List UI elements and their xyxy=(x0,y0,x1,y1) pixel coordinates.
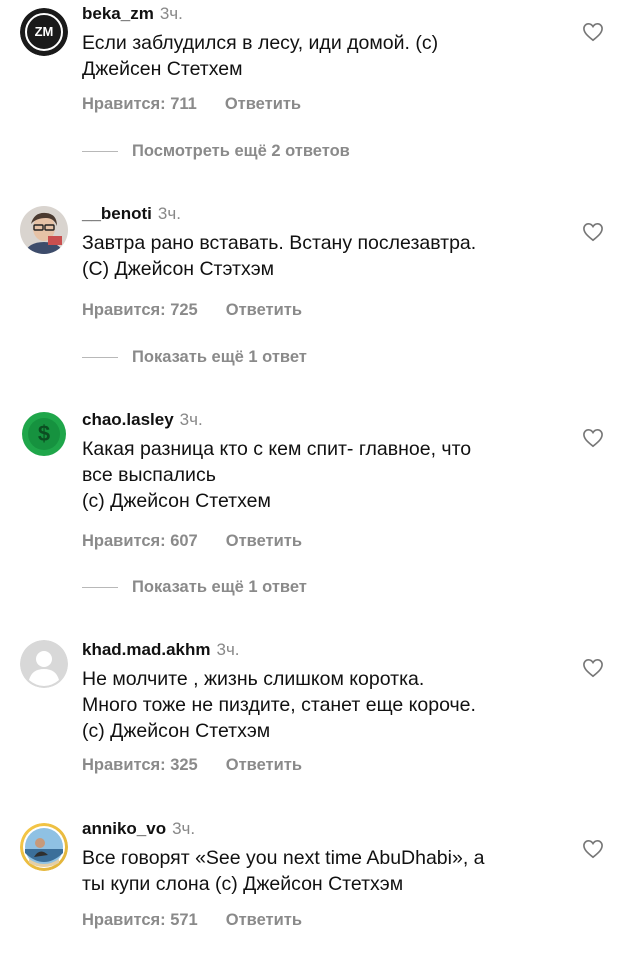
view-more-replies-button[interactable]: Показать ещё 1 ответ xyxy=(82,348,307,367)
username[interactable]: __benoti xyxy=(82,204,152,223)
reply-button[interactable]: Ответить xyxy=(226,756,302,775)
avatar[interactable]: ZM xyxy=(20,8,68,56)
comment-text: Завтра рано вставать. Встану послезавтра… xyxy=(82,232,477,280)
comment-time: 3ч. xyxy=(157,204,181,223)
heart-icon[interactable] xyxy=(582,839,604,859)
likes-count[interactable]: Нравится: 571 xyxy=(82,911,198,930)
svg-text:$: $ xyxy=(38,421,50,446)
divider xyxy=(82,587,118,588)
username[interactable]: khad.mad.akhm xyxy=(82,640,211,659)
avatar[interactable] xyxy=(20,823,68,871)
divider xyxy=(82,151,118,152)
reply-button[interactable]: Ответить xyxy=(226,532,302,551)
default-user-icon xyxy=(20,640,68,688)
likes-count[interactable]: Нравится: 711 xyxy=(82,95,197,114)
reply-button[interactable]: Ответить xyxy=(226,301,302,320)
username[interactable]: chao.lasley xyxy=(82,410,174,429)
comment-time: 3ч. xyxy=(216,640,240,659)
comment-text: Не молчите , жизнь слишком коротка. Мног… xyxy=(82,668,476,742)
comment-text: Все говорят «See you next time AbuDhabi»… xyxy=(82,847,485,895)
comment-time: 3ч. xyxy=(159,4,183,23)
view-more-replies-button[interactable]: Посмотреть ещё 2 ответов xyxy=(82,142,350,161)
heart-icon[interactable] xyxy=(582,428,604,448)
comment-time: 3ч. xyxy=(179,410,203,429)
likes-count[interactable]: Нравится: 607 xyxy=(82,532,198,551)
avatar[interactable] xyxy=(20,206,68,254)
avatar[interactable]: $ xyxy=(20,410,68,458)
dollar-sign-icon: $ xyxy=(20,410,68,458)
username[interactable]: beka_zm xyxy=(82,4,154,23)
heart-icon[interactable] xyxy=(582,22,604,42)
heart-icon[interactable] xyxy=(582,222,604,242)
comment-time: 3ч. xyxy=(172,819,196,838)
username[interactable]: anniko_vo xyxy=(82,819,166,838)
likes-count[interactable]: Нравится: 325 xyxy=(82,756,198,775)
person-photo-icon xyxy=(20,206,68,254)
likes-count[interactable]: Нравится: 725 xyxy=(82,301,198,320)
view-more-replies-button[interactable]: Показать ещё 1 ответ xyxy=(82,578,307,597)
zm-logo-icon: ZM xyxy=(20,8,68,56)
divider xyxy=(82,357,118,358)
comment-text: Если заблудился в лесу, иди домой. (с) Д… xyxy=(82,32,439,80)
svg-text:ZM: ZM xyxy=(35,24,54,39)
reply-button[interactable]: Ответить xyxy=(226,911,302,930)
avatar[interactable] xyxy=(20,640,68,688)
beach-photo-icon xyxy=(20,823,68,871)
heart-icon[interactable] xyxy=(582,658,604,678)
reply-button[interactable]: Ответить xyxy=(225,95,301,114)
comment-text: Какая разница кто с кем спит- главное, ч… xyxy=(82,438,472,512)
